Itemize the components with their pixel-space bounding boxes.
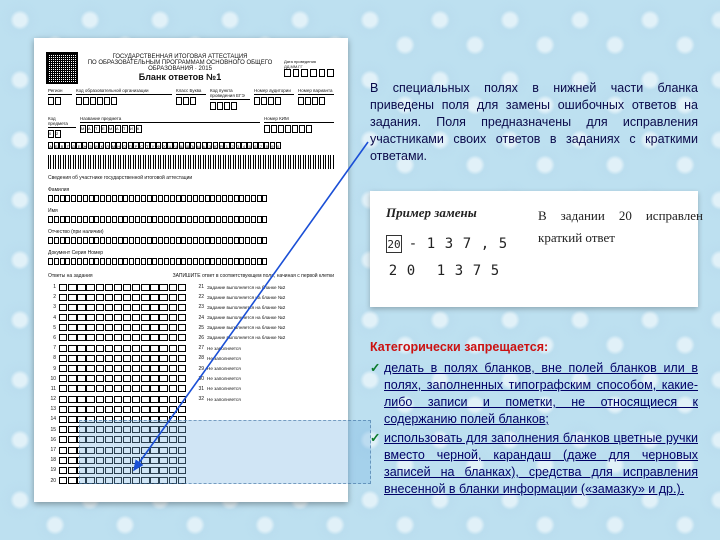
prohibit-block: Категорически запрещается: делать в поля… — [370, 339, 698, 498]
ex-word: исправлен — [646, 205, 703, 227]
lbl-patr: Отчество (при наличии) — [48, 229, 334, 235]
qr-code-icon — [48, 54, 76, 82]
lbl-name: Имя — [48, 208, 334, 214]
answer-row: 23Задание выполняется на бланке №2 — [196, 303, 334, 311]
lbl-kim: Номер КИМ — [264, 116, 334, 123]
answer-row: 24Задание выполняется на бланке №2 — [196, 314, 334, 322]
personal-header: Сведения об участнике государственной ит… — [48, 175, 334, 181]
answers-hint: ЗАПИШИТЕ ответ в соответствующем поле, н… — [173, 273, 334, 279]
answer-row: 9 — [48, 365, 186, 373]
answer-row: 1 — [48, 283, 186, 291]
barcode-icon — [48, 155, 334, 169]
ex-word: 20 — [619, 205, 632, 227]
lbl-ppe: Код пункта проведения ЕГЭ — [210, 88, 250, 100]
ex-word: В — [538, 205, 547, 227]
answer-row: 5 — [48, 324, 186, 332]
answer-row: 28Не заполняется — [196, 354, 334, 362]
answer-row: 6 — [48, 334, 186, 342]
answer-row: 31Не заполняется — [196, 385, 334, 393]
right-column: В специальных полях в нижней части бланк… — [370, 80, 698, 500]
prohibit-heading: Категорически запрещается: — [370, 339, 698, 356]
replacement-area-highlight — [79, 420, 371, 484]
answer-row: 32Не заполняется — [196, 395, 334, 403]
form-header-sub: ПО ОБРАЗОВАТЕЛЬНЫМ ПРОГРАММАМ ОСНОВНОГО … — [82, 60, 278, 72]
answer-row: 30Не заполняется — [196, 375, 334, 383]
lbl-subjcode: Код предмета — [48, 116, 76, 128]
answer-row: 29Не заполняется — [196, 365, 334, 373]
ex-word: задании — [561, 205, 605, 227]
answer-row: 8 — [48, 354, 186, 362]
answer-row: 10 — [48, 375, 186, 383]
answer-row: 12 — [48, 395, 186, 403]
lbl-surname: Фамилия — [48, 187, 334, 193]
answer-row: 2 — [48, 293, 186, 301]
answer-row: 21Задание выполняется на бланке №2 — [196, 283, 334, 291]
answer-row: 11 — [48, 385, 186, 393]
answer-row: 22Задание выполняется на бланке №2 — [196, 293, 334, 301]
answer-row: 27Не заполняется — [196, 344, 334, 352]
lbl-region: Регион — [48, 88, 72, 95]
answer-row: 3 — [48, 303, 186, 311]
lbl-var: Номер варианта — [298, 88, 334, 95]
ex-line2: краткий ответ — [538, 227, 703, 249]
answer-row: 7 — [48, 344, 186, 352]
answer-row: 4 — [48, 314, 186, 322]
example-title: Пример замены — [386, 205, 516, 221]
lbl-org: Код образовательной организации — [76, 88, 172, 95]
lbl-doc: Документ Серия Номер — [48, 250, 334, 256]
lbl-subjname: Название предмета — [80, 116, 260, 123]
answer-form: ГОСУДАРСТВЕННАЯ ИТОГОВАЯ АТТЕСТАЦИЯ ПО О… — [34, 38, 348, 502]
slide-root: ГОСУДАРСТВЕННАЯ ИТОГОВАЯ АТТЕСТАЦИЯ ПО О… — [0, 0, 720, 540]
example-task-number: 20 — [386, 235, 402, 253]
lbl-class: Класс Буква — [176, 88, 206, 95]
answer-row: 25Задание выполняется на бланке №2 — [196, 324, 334, 332]
explanation-paragraph: В специальных полях в нижней части бланк… — [370, 80, 698, 165]
alphabet-sample: АБВГДЕЖЗИКЛМНОПРСТУФХЦЧШЩЪЫЬЭЮЯ123456789… — [48, 142, 334, 149]
answer-row: 26Задание выполняется на бланке №2 — [196, 334, 334, 342]
lbl-aud: Номер аудитории — [254, 88, 294, 95]
example-panel: Пример замены 20 -137,5 20 1375 В задани… — [370, 191, 698, 307]
date-label: Дата проведения ДД.ММ.ГГ — [284, 59, 334, 69]
prohibit-item: использовать для заполнения бланков цвет… — [370, 430, 698, 498]
answers-header: Ответы на задания — [48, 273, 93, 279]
form-title: Бланк ответов №1 — [82, 72, 278, 82]
prohibit-item: делать в полях бланков, вне полей бланко… — [370, 360, 698, 428]
answer-row: 13 — [48, 405, 186, 413]
